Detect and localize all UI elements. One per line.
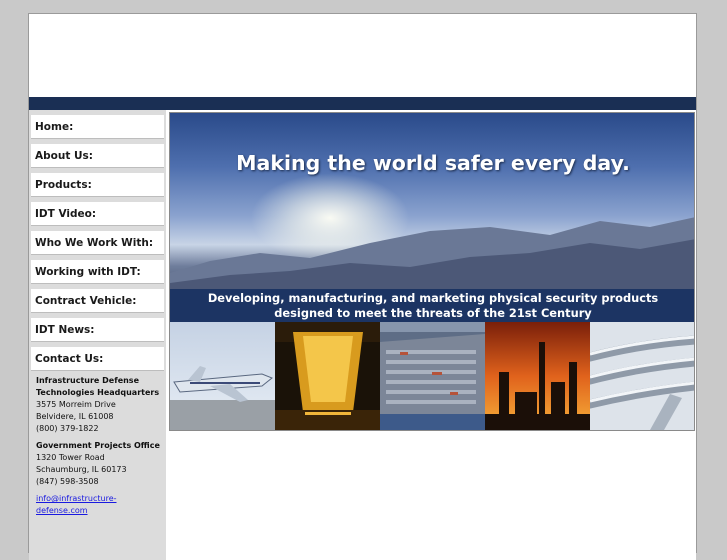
nav-home[interactable]: Home: (31, 115, 164, 139)
hq-name-line1: Infrastructure Defense (36, 376, 139, 385)
nav-idt-video[interactable]: IDT Video: (31, 202, 164, 226)
gov-street: 1320 Tower Road (36, 453, 105, 462)
email-link-line1[interactable]: info@infrastructure- (36, 494, 117, 503)
tagline-line2: designed to meet the threats of the 21st… (274, 306, 592, 320)
hq-phone: (800) 379-1822 (36, 424, 99, 433)
banner-headline: Making the world safer every day. (236, 151, 630, 175)
hq-street: 3575 Morreim Drive (36, 400, 116, 409)
port-icon (380, 322, 485, 430)
email-link-block: info@infrastructure- defense.com (36, 493, 164, 517)
gov-city: Schaumburg, IL 60173 (36, 465, 127, 474)
sidebar: Home: About Us: Products: IDT Video: Who… (29, 110, 166, 560)
page-container: Home: About Us: Products: IDT Video: Who… (28, 13, 697, 560)
gov-phone: (847) 598-3508 (36, 477, 99, 486)
header-area (29, 14, 696, 97)
nav-working-with-idt[interactable]: Working with IDT: (31, 260, 164, 284)
hq-name-line2: Technologies Headquarters (36, 388, 160, 397)
gov-address: Government Projects Office 1320 Tower Ro… (36, 440, 164, 488)
header-band (29, 97, 696, 110)
hero-banner: Making the world safer every day. Develo… (169, 112, 695, 431)
nav-about-us[interactable]: About Us: (31, 144, 164, 168)
airplane-icon (170, 322, 275, 430)
nav-contract-vehicle[interactable]: Contract Vehicle: (31, 289, 164, 313)
mountains-image (170, 217, 694, 291)
tagline-line1: Developing, manufacturing, and marketing… (207, 291, 659, 305)
gov-name: Government Projects Office (36, 441, 160, 450)
dam-icon (275, 322, 380, 430)
tagline-band: Developing, manufacturing, and marketing… (170, 289, 694, 322)
nav-who-we-work-with[interactable]: Who We Work With: (31, 231, 164, 255)
nav-products[interactable]: Products: (31, 173, 164, 197)
hq-address: Infrastructure Defense Technologies Head… (36, 375, 164, 435)
nav-idt-news[interactable]: IDT News: (31, 318, 164, 342)
email-link-line2[interactable]: defense.com (36, 506, 88, 515)
pipeline-icon (590, 322, 694, 430)
hq-city: Belvidere, IL 61008 (36, 412, 114, 421)
main-content: Making the world safer every day. Develo… (166, 110, 696, 560)
contact-info: Infrastructure Defense Technologies Head… (36, 375, 164, 517)
nav-contact-us[interactable]: Contact Us: (31, 347, 164, 371)
refinery-icon (485, 322, 590, 430)
